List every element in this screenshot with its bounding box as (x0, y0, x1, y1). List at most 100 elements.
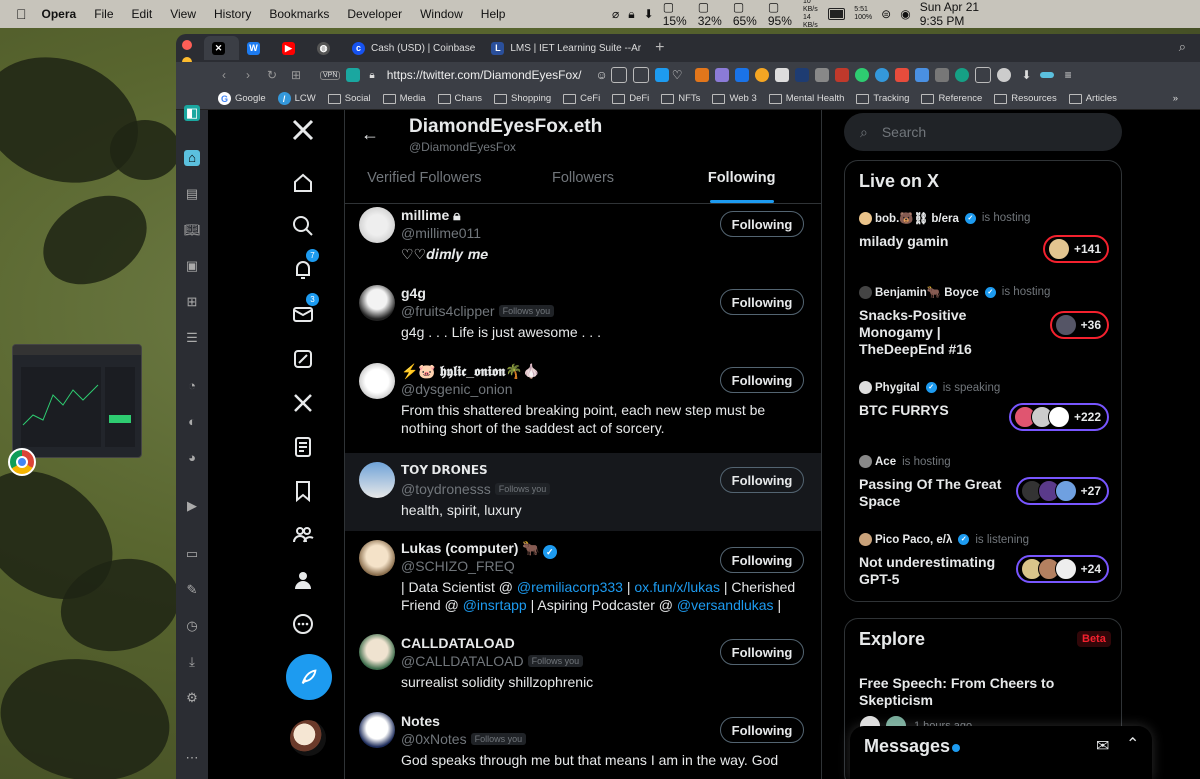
menu-window[interactable]: Window (420, 7, 463, 21)
user-avatar[interactable] (359, 285, 395, 321)
user-row-toydronesss[interactable]: 𝗧𝗢𝗬 𝗗𝗥𝗢𝗡𝗘𝗦 @toydronesss Follows you healt… (345, 453, 821, 531)
lists-icon[interactable] (288, 432, 318, 462)
book-icon[interactable]: 📖︎ (184, 222, 201, 238)
menu-developer[interactable]: Developer (347, 7, 402, 21)
menu-view[interactable]: View (170, 7, 196, 21)
bookmark-shopping[interactable]: Shopping (493, 93, 551, 104)
tiles-icon[interactable]: ⊞ (288, 68, 304, 82)
bookmark-web3[interactable]: Web 3 (712, 93, 757, 104)
user-name[interactable]: millime 🔒︎ (401, 207, 461, 224)
messages-envelope-icon[interactable]: 3 (288, 293, 319, 329)
menu-edit[interactable]: Edit (132, 7, 153, 21)
menu-file[interactable]: File (94, 7, 113, 21)
more-icon[interactable]: ⋯ (184, 750, 200, 766)
search-nav-icon[interactable] (288, 211, 318, 241)
chat-icon[interactable]: ▭ (184, 546, 200, 562)
menu-history[interactable]: History (214, 7, 251, 21)
url-field[interactable]: https://twitter.com/DiamondEyesFox/ (387, 68, 582, 82)
bookmark-social[interactable]: Social (327, 93, 371, 104)
control-center-icon[interactable]: ⊜ (881, 7, 891, 21)
post-button[interactable] (286, 654, 332, 700)
listeners-pill[interactable]: +24 (1015, 555, 1109, 583)
live-space-item[interactable]: Phygital ✓ is speaking BTC FURRYS +222 (859, 381, 1109, 433)
reload-icon[interactable]: ↻ (264, 68, 280, 82)
x-logo-icon[interactable] (288, 115, 318, 145)
extension-icon-11[interactable] (894, 68, 909, 82)
minimized-window-preview[interactable] (12, 344, 142, 458)
battery-stat[interactable]: ▢ 95% (768, 0, 794, 28)
bookmark-chans[interactable]: Chans (437, 93, 482, 104)
battery-saver-icon[interactable] (1039, 72, 1054, 78)
network-stats[interactable]: 10 KB/s 14 KB/s (803, 0, 820, 30)
tab-youtube[interactable]: ▶ (274, 36, 309, 60)
tab-following[interactable]: Following (662, 166, 821, 203)
user-name[interactable]: ⚡🐷 𝖍𝖞𝖑𝖎𝖈_𝖔𝖓𝖎𝖔𝖓🌴🧄 (401, 363, 540, 380)
home-icon[interactable]: ⌂ (184, 150, 200, 166)
following-button[interactable]: Following (720, 639, 804, 665)
bookmark-cefi[interactable]: CeFi (563, 93, 600, 104)
user-row-schizo-freq[interactable]: Lukas (computer) 🐂 ✓ @SCHIZO_FREQ | Data … (345, 531, 821, 627)
user-row-hylic-onion[interactable]: ⚡🐷 𝖍𝖞𝖑𝖎𝖈_𝖔𝖓𝖎𝖔𝖓🌴🧄 @dysgenic_onion From th… (345, 359, 821, 453)
user-avatar[interactable] (359, 462, 395, 498)
user-avatar[interactable] (359, 712, 395, 748)
live-space-item[interactable]: Ace is hosting Passing Of The Great Space… (859, 455, 1109, 515)
account-avatar[interactable] (290, 720, 326, 756)
following-button[interactable]: Following (720, 367, 804, 393)
briefcase-icon[interactable]: ▣ (184, 258, 200, 274)
bookmark-defi[interactable]: DeFi (612, 93, 649, 104)
user-handle[interactable]: @CALLDATALOAD Follows you (401, 653, 584, 669)
bookmark-lcw[interactable]: / LCW (277, 92, 316, 105)
menu-icon[interactable]: ≡ (1065, 68, 1072, 82)
listeners-pill[interactable]: +222 (1008, 403, 1109, 431)
user-handle[interactable]: @dysgenic_onion (401, 381, 513, 397)
bookmark-media[interactable]: Media (382, 93, 426, 104)
profile-nav-icon[interactable] (288, 565, 318, 595)
site-info-icon[interactable] (346, 68, 361, 82)
messages-drawer[interactable]: Messages ✉ ⌃ (850, 726, 1152, 779)
battery-icon[interactable] (828, 8, 846, 20)
user-avatar[interactable] (359, 207, 395, 243)
search-input[interactable]: ⌕ Search (844, 113, 1122, 151)
download-status-icon[interactable]: ⬇ (644, 7, 654, 21)
settings-icon[interactable]: ⚙ (184, 690, 200, 706)
bookmark-mental-health[interactable]: Mental Health (768, 93, 844, 104)
user-handle[interactable]: @0xNotes Follows you (401, 731, 527, 747)
mem-stat[interactable]: ▢ 32% (698, 0, 724, 28)
user-name[interactable]: Lukas (computer) 🐂 ✓ (401, 540, 557, 559)
expand-drawer-icon[interactable]: ⌃ (1126, 734, 1139, 754)
extension-icon-10[interactable] (874, 68, 889, 82)
list-icon[interactable]: ☰ (184, 330, 200, 346)
user-avatar[interactable] (359, 363, 395, 399)
bio-url-link[interactable]: ox.fun/x/lukas (634, 579, 720, 595)
heart-icon[interactable]: ♡ (672, 68, 683, 82)
live-space-item[interactable]: Benjamin🐂 Boyce ✓ is hosting Snacks-Positi… (859, 285, 1109, 357)
gamepad-icon[interactable]: ⊞ (184, 294, 200, 310)
premium-x-icon[interactable] (288, 388, 318, 418)
extension-icon-6[interactable] (794, 68, 809, 82)
bookmark-nfts[interactable]: NFTs (661, 93, 700, 104)
messenger-icon[interactable]: ◐ (184, 414, 200, 430)
history-icon[interactable]: ◷ (184, 618, 200, 634)
user-handle[interactable]: @toydronesss Follows you (401, 481, 551, 497)
aria-icon[interactable]: ◧ (184, 105, 200, 121)
extension-icon-3[interactable] (734, 68, 749, 82)
user-handle[interactable]: @millime011 (401, 225, 481, 241)
siri-icon[interactable]: ◉ (900, 7, 910, 21)
user-row-calldataload[interactable]: CALLDATALOAD @CALLDATALOAD Follows you su… (345, 627, 821, 705)
discord-icon[interactable]: ◔ (184, 378, 200, 394)
extension-icon-8[interactable] (834, 68, 849, 82)
downloads-icon[interactable]: ⬇ (1022, 68, 1032, 82)
back-icon[interactable]: ‹ (216, 68, 232, 82)
home-nav-icon[interactable] (288, 168, 318, 198)
user-row-g4g[interactable]: g4g @fruits4clipper Follows you g4g . . .… (345, 281, 821, 359)
bookmarks-overflow-icon[interactable]: » (1173, 93, 1178, 104)
menubar-clock[interactable]: Sun Apr 21 9:35 PM (920, 0, 992, 28)
user-name[interactable]: g4g (401, 285, 426, 301)
twitter-icon[interactable]: ◕ (184, 450, 200, 466)
pencil-icon[interactable]: ✎ (184, 582, 200, 598)
grok-icon[interactable] (288, 344, 318, 374)
chrome-icon[interactable] (8, 448, 36, 476)
disk-stat[interactable]: ▢ 65% (733, 0, 759, 28)
bookmarks-icon[interactable] (288, 476, 318, 506)
bookmark-tracking[interactable]: Tracking (856, 93, 909, 104)
